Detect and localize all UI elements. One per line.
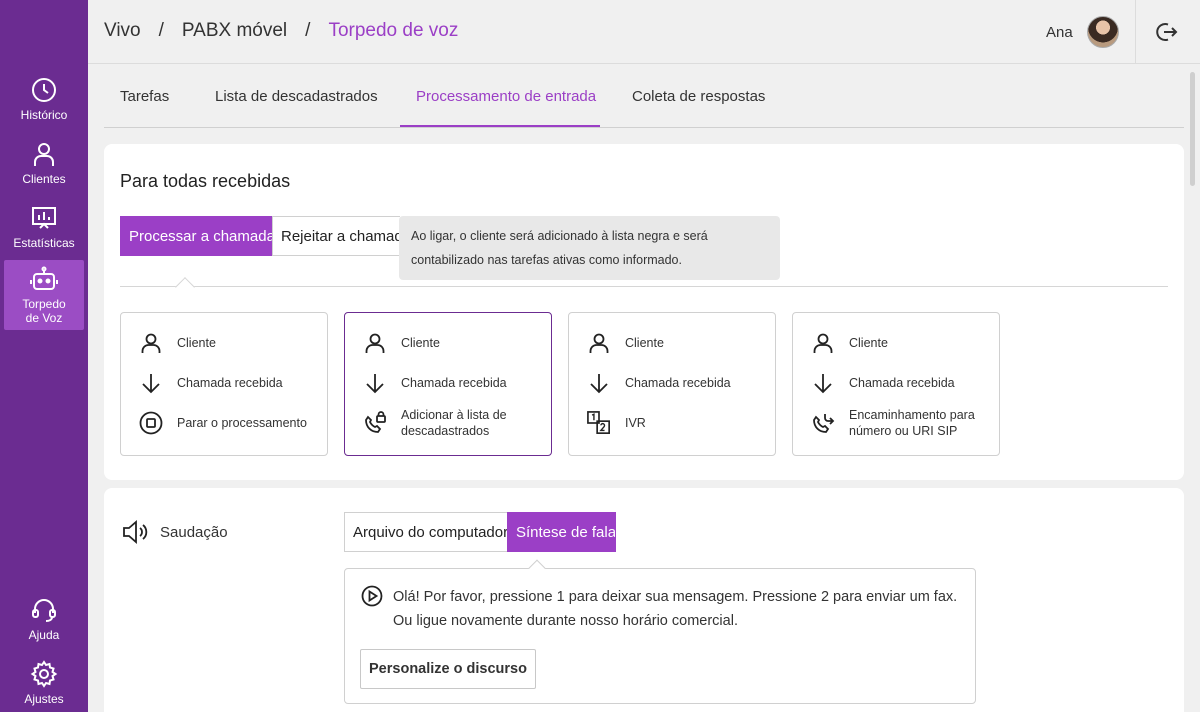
incoming-settings-card: Para todas recebidas Processar a chamada… <box>104 144 1184 480</box>
stop-icon <box>139 411 163 435</box>
active-tab-indicator <box>400 125 600 127</box>
sidebar: Histórico Clientes Estatísticas Torpedo … <box>0 0 88 712</box>
greeting-label: Saudação <box>160 524 228 541</box>
speaker-icon <box>123 520 148 544</box>
nav-label: Ajustes <box>24 692 64 706</box>
breadcrumb: Vivo / PABX móvel / Torpedo de voz <box>104 20 458 42</box>
tab-lista-descadastrados[interactable]: Lista de descadastrados <box>215 88 378 105</box>
person-icon <box>34 143 54 166</box>
flow-option-forward[interactable]: Cliente Chamada recebida Encaminhamento … <box>792 312 1000 456</box>
step-label: IVR <box>625 416 646 430</box>
phone-lock-icon <box>365 411 386 433</box>
arrow-down-icon <box>590 374 608 394</box>
breadcrumb-vivo[interactable]: Vivo <box>104 20 141 42</box>
step-label: Chamada recebida <box>849 376 955 390</box>
greeting-message: Olá! Por favor, pressione 1 para deixar … <box>393 589 958 629</box>
header: Vivo / PABX móvel / Torpedo de voz Ana <box>88 0 1200 64</box>
message-box: Olá! Por favor, pressione 1 para deixar … <box>344 568 976 704</box>
nav-label: Clientes <box>22 172 66 186</box>
phone-forward-icon <box>813 414 835 433</box>
nav-ajustes[interactable]: Ajustes <box>4 648 84 712</box>
person-icon <box>365 333 385 353</box>
nav-label: Ajuda <box>28 628 60 642</box>
person-icon <box>589 333 609 353</box>
avatar[interactable] <box>1087 16 1119 48</box>
nav-label: Estatísticas <box>13 236 75 250</box>
step-label: Cliente <box>849 336 888 350</box>
nav-label: Torpedo de Voz <box>22 297 66 325</box>
tab-bar: Tarefas Lista de descadastrados Processa… <box>104 64 1184 128</box>
step-label: Cliente <box>625 336 664 350</box>
step-label: Encaminhamento para número ou URI SIP <box>849 408 975 438</box>
file-source-button[interactable]: Arquivo do computador <box>344 512 508 552</box>
arrow-down-icon <box>814 374 832 394</box>
play-icon[interactable] <box>361 585 383 607</box>
header-divider <box>1135 0 1136 63</box>
chart-icon <box>32 207 56 229</box>
divider <box>120 286 1168 287</box>
step-label: Cliente <box>401 336 440 350</box>
clock-icon <box>32 78 56 102</box>
step-label: Chamada recebida <box>401 376 507 390</box>
step-label: Cliente <box>177 336 216 350</box>
tooltip: Ao ligar, o cliente será adicionado à li… <box>399 216 780 280</box>
arrow-down-icon <box>142 374 160 394</box>
step-label: Chamada recebida <box>177 376 283 390</box>
step-label: Parar o processamento <box>177 416 307 430</box>
scrollbar-thumb[interactable] <box>1190 72 1195 186</box>
step-label: Adicionar à lista de descadastrados <box>401 408 507 438</box>
person-icon <box>141 333 161 353</box>
tab-processamento-entrada[interactable]: Processamento de entrada <box>416 88 596 105</box>
arrow-down-icon <box>366 374 384 394</box>
breadcrumb-current: Torpedo de voz <box>328 20 459 41</box>
user-name: Ana <box>1046 24 1073 41</box>
flow-option-blacklist[interactable]: Cliente Chamada recebida Adicionar à lis… <box>344 312 552 456</box>
process-call-button[interactable]: Processar a chamada <box>120 216 273 256</box>
breadcrumb-separator: / <box>158 20 164 41</box>
reject-call-button[interactable]: Rejeitar a chamada <box>272 216 400 256</box>
logout-icon[interactable] <box>1154 20 1178 44</box>
nav-ajuda[interactable]: Ajuda <box>4 584 84 654</box>
greeting-card: Saudação Arquivo do computador Síntese d… <box>104 488 1184 712</box>
breadcrumb-separator: / <box>305 20 311 41</box>
headset-icon <box>32 599 56 622</box>
nav-label: Histórico <box>20 108 68 122</box>
nav-estatisticas[interactable]: Estatísticas <box>4 192 84 262</box>
customize-speech-button[interactable]: Personalize o discurso <box>360 649 536 689</box>
ivr-keypad-icon <box>587 411 610 434</box>
section-title: Para todas recebidas <box>120 171 291 191</box>
nav-historico[interactable]: Histórico <box>4 64 84 134</box>
tab-tarefas[interactable]: Tarefas <box>120 88 169 105</box>
step-label: Chamada recebida <box>625 376 731 390</box>
person-icon <box>813 333 833 353</box>
nav-torpedo-de-voz[interactable]: Torpedo de Voz <box>4 260 84 330</box>
breadcrumb-pabx[interactable]: PABX móvel <box>182 20 287 42</box>
robot-icon <box>30 266 58 290</box>
selection-notch <box>175 277 195 297</box>
tab-coleta-respostas[interactable]: Coleta de respostas <box>632 88 765 105</box>
nav-clientes[interactable]: Clientes <box>4 128 84 198</box>
tts-source-button[interactable]: Síntese de fala <box>507 512 616 552</box>
flow-option-stop[interactable]: Cliente Chamada recebida Parar o process… <box>120 312 328 456</box>
gear-icon <box>30 660 58 688</box>
flow-option-ivr[interactable]: Cliente Chamada recebida IVR <box>568 312 776 456</box>
